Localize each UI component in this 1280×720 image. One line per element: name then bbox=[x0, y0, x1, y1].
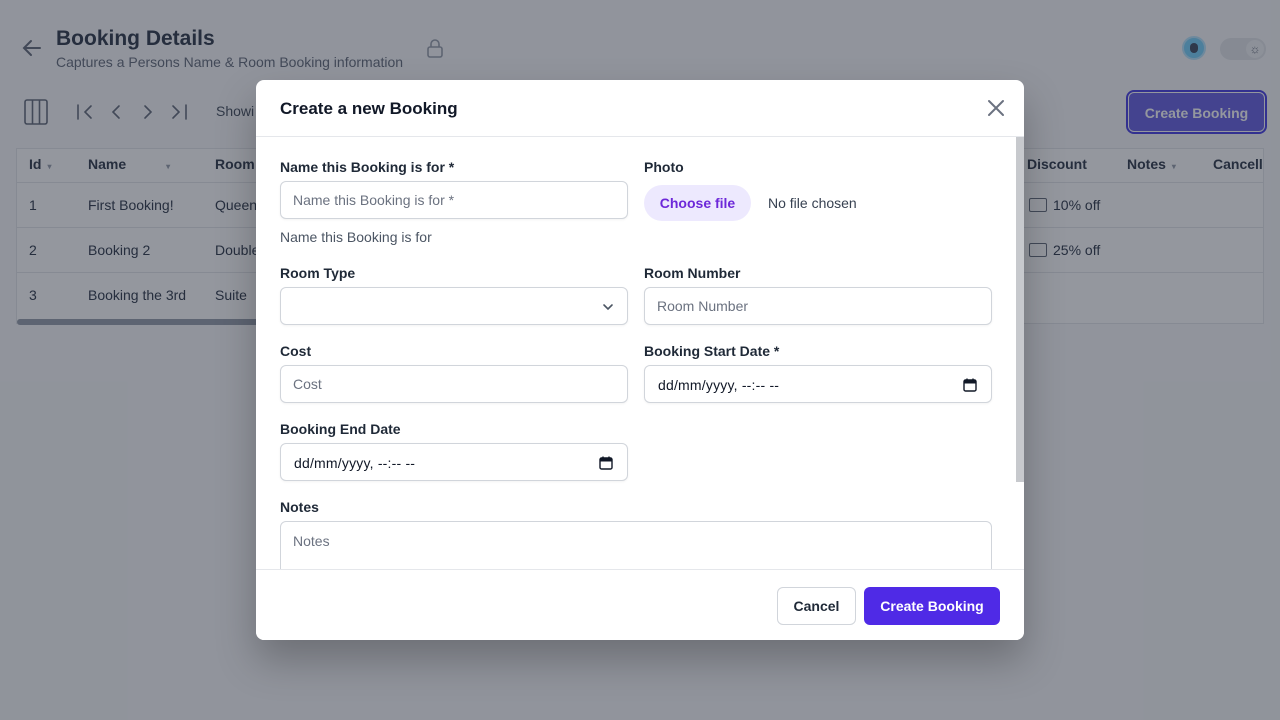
choose-file-button[interactable]: Choose file bbox=[644, 185, 751, 221]
file-status-text: No file chosen bbox=[768, 195, 857, 211]
name-input[interactable] bbox=[280, 181, 628, 219]
cost-input[interactable] bbox=[280, 365, 628, 403]
cost-label: Cost bbox=[280, 343, 312, 359]
start-date-value: dd/mm/yyyy, --:-- -- bbox=[658, 377, 780, 393]
dialog-header: Create a new Booking bbox=[256, 80, 1024, 137]
notes-textarea[interactable] bbox=[280, 521, 992, 569]
calendar-icon[interactable] bbox=[963, 378, 977, 392]
close-icon[interactable] bbox=[984, 96, 1008, 120]
dialog-scrollbar[interactable] bbox=[1016, 137, 1024, 482]
name-label: Name this Booking is for * bbox=[280, 159, 455, 175]
calendar-icon[interactable] bbox=[599, 456, 613, 470]
dialog-footer: Cancel Create Booking bbox=[256, 569, 1024, 640]
dialog-title: Create a new Booking bbox=[280, 99, 458, 118]
end-date-label: Booking End Date bbox=[280, 421, 401, 437]
room-type-label: Room Type bbox=[280, 265, 356, 281]
submit-create-booking-button[interactable]: Create Booking bbox=[864, 587, 1000, 625]
room-number-label: Room Number bbox=[644, 265, 741, 281]
chevron-down-icon bbox=[603, 304, 613, 311]
create-booking-dialog: Create a new Booking Name this Booking i… bbox=[256, 80, 1024, 640]
name-helper-text: Name this Booking is for bbox=[280, 229, 432, 245]
start-date-label: Booking Start Date * bbox=[644, 343, 780, 359]
dialog-form: Name this Booking is for * Name this Boo… bbox=[256, 137, 1024, 569]
end-date-value: dd/mm/yyyy, --:-- -- bbox=[294, 455, 416, 471]
start-date-input[interactable]: dd/mm/yyyy, --:-- -- bbox=[644, 365, 992, 403]
end-date-input[interactable]: dd/mm/yyyy, --:-- -- bbox=[280, 443, 628, 481]
cancel-button[interactable]: Cancel bbox=[777, 587, 856, 625]
photo-label: Photo bbox=[644, 159, 684, 175]
notes-label: Notes bbox=[280, 499, 319, 515]
room-type-select[interactable] bbox=[280, 287, 628, 325]
room-number-input[interactable] bbox=[644, 287, 992, 325]
